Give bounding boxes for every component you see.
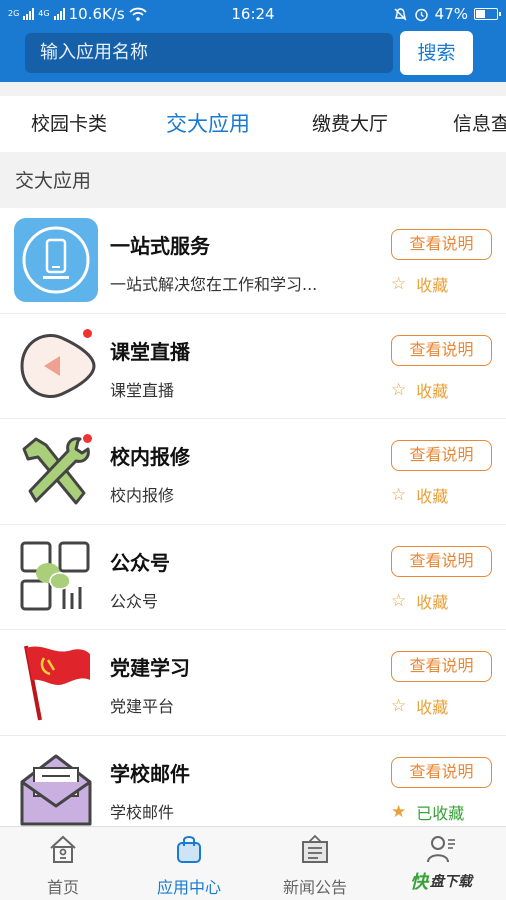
net-speed: 10.6K/s [68,5,125,23]
app-title: 党建学习 [110,656,190,680]
signal-1-icon [23,8,35,20]
watermark-logo: 快 盘下载 [410,866,506,896]
favorite-toggle[interactable]: ☆ 收藏 [391,694,448,718]
alarm-icon [414,8,428,21]
flag-icon [14,640,98,724]
star-outline-icon: ☆ [391,274,407,294]
favorite-label: 收藏 [416,592,449,612]
favorite-label: 收藏 [416,698,449,717]
favorite-toggle[interactable]: ★ 已收藏 [391,800,464,824]
bag-icon [177,836,201,863]
star-outline-icon: ☆ [391,485,407,505]
app-desc: 党建平台 [110,697,175,716]
nav-home[interactable]: 首页 [0,827,126,900]
app-title: 一站式服务 [110,234,210,258]
bell-mute-icon [394,7,407,20]
battery-percent: 47% [434,5,468,23]
list-item[interactable]: 校内报修 校内报修 查看说明 ☆ 收藏 [0,419,506,525]
signal-1-label: 2G [8,9,20,18]
home-icon [50,835,76,863]
view-description-button[interactable]: 查看说明 [391,440,492,471]
favorite-label: 收藏 [416,381,449,401]
nav-label: 首页 [46,878,79,897]
star-outline-icon: ☆ [391,696,407,716]
app-desc: 一站式解决您在工作和学习... [110,275,318,294]
view-description-button[interactable]: 查看说明 [391,334,492,366]
notification-dot [83,328,92,338]
status-right: 47% [393,5,501,23]
nav-label: 应用中心 [156,878,221,897]
status-left: 2G 4G 10.6K/s [8,5,208,23]
app-title: 公众号 [110,550,170,575]
favorite-toggle[interactable]: ☆ 收藏 [391,483,448,507]
favorite-label: 收藏 [416,487,449,506]
status-bar: 2G 4G 10.6K/s 16:24 47% [0,0,506,28]
favorite-toggle[interactable]: ☆ 收藏 [391,378,448,402]
news-icon [302,834,328,863]
header: 输入应用名称 搜索 [0,28,506,82]
app-desc: 校内报修 [110,486,175,505]
nav-label: 新闻公告 [282,878,347,897]
signal-2-icon [53,8,65,20]
category-tabs: 校园卡类 交大应用 缴费大厅 信息查 [0,96,506,152]
favorite-toggle[interactable]: ☆ 收藏 [391,272,448,296]
view-description-button[interactable]: 查看说明 [391,651,492,682]
wifi-icon [129,7,147,21]
nav-news[interactable]: 新闻公告 [252,827,378,900]
notification-dot [83,434,92,443]
list-item[interactable]: 公众号 公众号 查看说明 ☆ 收藏 [0,524,506,630]
app-desc: 课堂直播 [110,380,175,400]
qr-wechat-icon [14,535,98,619]
tab-campus-card[interactable]: 校园卡类 [31,96,107,152]
view-description-button[interactable]: 查看说明 [391,229,492,260]
app-desc: 学校邮件 [110,802,175,822]
star-outline-icon: ☆ [391,379,407,400]
star-filled-icon: ★ [391,801,407,822]
list-item[interactable]: 一站式服务 一站式解决您在工作和学习... 查看说明 ☆ 收藏 [0,208,506,314]
signal-2-label: 4G [38,9,50,18]
tab-jiaoda-apps[interactable]: 交大应用 [166,96,250,152]
app-title: 课堂直播 [110,339,190,364]
search-button[interactable]: 搜索 [400,31,473,75]
view-description-button[interactable]: 查看说明 [391,756,492,788]
star-outline-icon: ☆ [391,590,407,611]
search-input[interactable]: 输入应用名称 [25,33,393,73]
watermark-text-1: 快 [410,872,428,893]
phone-icon [14,218,98,302]
status-time: 16:24 [231,5,275,23]
favorite-toggle[interactable]: ☆ 收藏 [391,589,448,613]
app-title: 校内报修 [110,445,190,469]
list-item[interactable]: 党建学习 党建平台 查看说明 ☆ 收藏 [0,630,506,736]
favorite-label: 已收藏 [416,803,465,823]
nav-app-center[interactable]: 应用中心 [126,827,252,900]
section-title: 交大应用 [15,170,92,192]
app-desc: 公众号 [110,591,159,611]
user-icon [427,836,455,863]
tab-payment-hall[interactable]: 缴费大厅 [312,96,388,152]
list-item[interactable]: 课堂直播 课堂直播 查看说明 ☆ 收藏 [0,313,506,419]
app-list: 一站式服务 一站式解决您在工作和学习... 查看说明 ☆ 收藏 课堂直播 课堂直… [0,208,506,841]
mail-icon [14,746,98,830]
app-title: 学校邮件 [110,761,190,786]
favorite-label: 收藏 [416,276,449,295]
tab-info-query[interactable]: 信息查 [453,96,506,152]
view-description-button[interactable]: 查看说明 [391,545,492,577]
watermark-text-2: 盘下载 [430,874,472,890]
battery-icon [474,8,501,20]
